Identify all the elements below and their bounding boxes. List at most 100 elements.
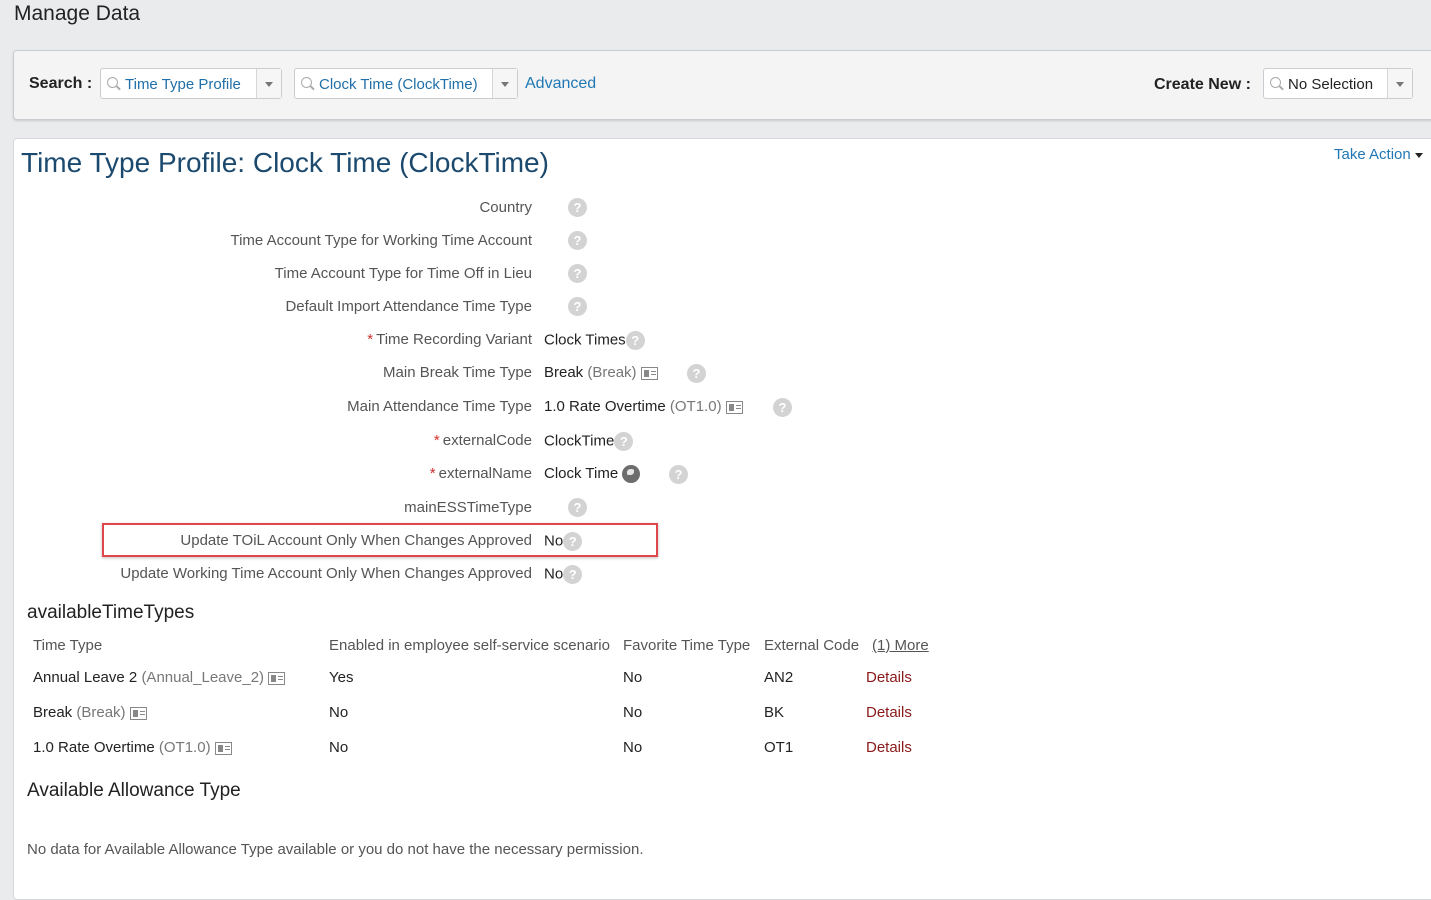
field-label-text: externalName [438, 465, 532, 482]
search-label: Search : [29, 75, 93, 92]
field-value-text: Break [544, 364, 584, 381]
page-title: Manage Data [14, 2, 141, 25]
table-cell-enabled: No [329, 739, 349, 756]
time-type-name: 1.0 Rate Overtime [33, 739, 155, 756]
help-icon[interactable]: ? [773, 398, 792, 417]
field-value: No? [544, 565, 583, 584]
table-cell-external-code: BK [764, 704, 785, 721]
highlight-box [102, 523, 658, 557]
field-row-working-time-account: Time Account Type for Working Time Accou… [14, 229, 1014, 253]
field-label-text: externalCode [442, 432, 532, 449]
field-row-default-import: Default Import Attendance Time Type ? [14, 295, 1014, 319]
table-row-time-type: 1.0 Rate Overtime (OT1.0) [33, 739, 232, 756]
help-icon[interactable]: ? [568, 198, 587, 217]
field-row-external-code: * externalCode ClockTime? [14, 429, 1014, 453]
col-header-enabled-ess: Enabled in employee self-service scenari… [329, 637, 610, 654]
field-value-text: No [544, 565, 564, 583]
field-value-text: Clock Times [544, 331, 626, 349]
object-type-combo[interactable]: Time Type Profile [100, 68, 282, 99]
field-value: Clock Time [544, 465, 641, 484]
more-columns-link[interactable]: (1) More [872, 637, 929, 654]
available-time-types-title: availableTimeTypes [27, 602, 195, 623]
required-marker: * [433, 432, 440, 449]
chevron-down-icon[interactable] [492, 69, 517, 98]
time-type-name: Break [33, 704, 73, 721]
time-type-code: (OT1.0) [158, 739, 211, 756]
field-label: * Time Recording Variant [367, 331, 532, 348]
time-type-name: Annual Leave 2 [33, 669, 138, 686]
object-instance-combo[interactable]: Clock Time (ClockTime) [294, 68, 518, 99]
required-marker: * [429, 465, 436, 482]
table-cell-favorite: No [623, 669, 643, 686]
field-row-country: Country ? [14, 196, 1014, 220]
field-row-main-break: Main Break Time Type Break (Break) ? [14, 361, 1014, 385]
id-card-icon[interactable] [214, 741, 232, 755]
search-bar: Search : Time Type Profile Clock Time (C… [13, 50, 1431, 120]
search-icon [107, 77, 118, 88]
search-icon [301, 77, 312, 88]
time-type-code: (Annual_Leave_2) [141, 669, 265, 686]
field-value-text: Clock Time [544, 465, 619, 482]
field-label: Time Account Type for Time Off in Lieu [274, 265, 532, 282]
table-cell-favorite: No [623, 739, 643, 756]
globe-icon[interactable] [622, 465, 641, 484]
field-label: * externalCode [434, 432, 532, 449]
details-link[interactable]: Details [866, 704, 912, 721]
create-new-label: Create New : [1154, 76, 1251, 93]
help-icon[interactable]: ? [687, 364, 706, 383]
col-header-external-code: External Code [764, 637, 860, 654]
create-new-combo[interactable]: No Selection [1263, 68, 1413, 99]
details-link[interactable]: Details [866, 739, 912, 756]
field-value-code: (OT1.0) [669, 398, 722, 415]
field-label: Country [479, 199, 532, 216]
field-value-code: (Break) [587, 364, 637, 381]
id-card-icon[interactable] [725, 400, 743, 414]
table-cell-enabled: Yes [329, 669, 354, 686]
col-header-time-type: Time Type [33, 637, 103, 654]
field-value-text: ClockTime [544, 432, 615, 450]
allowance-section-title: Available Allowance Type [27, 780, 241, 801]
field-value: Clock Times? [544, 331, 645, 350]
help-icon[interactable]: ? [563, 565, 583, 584]
id-card-icon[interactable] [640, 366, 658, 380]
create-new-value: No Selection [1288, 76, 1374, 93]
field-value: ClockTime? [544, 432, 634, 451]
help-icon[interactable]: ? [568, 297, 587, 316]
take-action-menu[interactable]: Take Action [1334, 146, 1423, 163]
field-label: * externalName [430, 465, 532, 482]
field-row-external-name: * externalName Clock Time ? [14, 462, 1014, 486]
details-link[interactable]: Details [866, 669, 912, 686]
field-value: 1.0 Rate Overtime (OT1.0) [544, 398, 743, 415]
time-type-code: (Break) [76, 704, 126, 721]
field-row-time-recording-variant: * Time Recording Variant Clock Times? [14, 328, 1014, 352]
field-value-text: 1.0 Rate Overtime [544, 398, 666, 415]
take-action-label: Take Action [1334, 146, 1411, 163]
field-label: mainESSTimeType [404, 499, 532, 516]
help-icon[interactable]: ? [625, 331, 645, 350]
field-label: Main Attendance Time Type [347, 398, 532, 415]
advanced-search-link[interactable]: Advanced [525, 75, 596, 93]
help-icon[interactable]: ? [614, 432, 634, 451]
table-row-time-type: Break (Break) [33, 704, 147, 721]
chevron-down-icon[interactable] [256, 69, 281, 98]
table-cell-external-code: OT1 [764, 739, 794, 756]
help-icon[interactable]: ? [568, 498, 587, 517]
field-row-main-ess-time-type: mainESSTimeType ? [14, 496, 1014, 520]
col-header-favorite: Favorite Time Type [623, 637, 751, 654]
chevron-down-icon[interactable] [1387, 69, 1412, 98]
id-card-icon[interactable] [129, 706, 147, 720]
help-icon[interactable]: ? [568, 264, 587, 283]
help-icon[interactable]: ? [669, 465, 688, 484]
field-label: Main Break Time Type [383, 364, 532, 381]
field-label: Update Working Time Account Only When Ch… [120, 565, 532, 582]
field-label: Default Import Attendance Time Type [285, 298, 532, 315]
object-instance-value: Clock Time (ClockTime) [319, 76, 478, 93]
field-label-text: Time Recording Variant [376, 331, 532, 348]
required-marker: * [367, 331, 374, 348]
table-cell-enabled: No [329, 704, 349, 721]
id-card-icon[interactable] [268, 671, 286, 685]
field-value: Break (Break) [544, 364, 658, 381]
field-label: Time Account Type for Working Time Accou… [230, 232, 532, 249]
help-icon[interactable]: ? [568, 231, 587, 250]
caret-down-icon [1414, 152, 1423, 158]
